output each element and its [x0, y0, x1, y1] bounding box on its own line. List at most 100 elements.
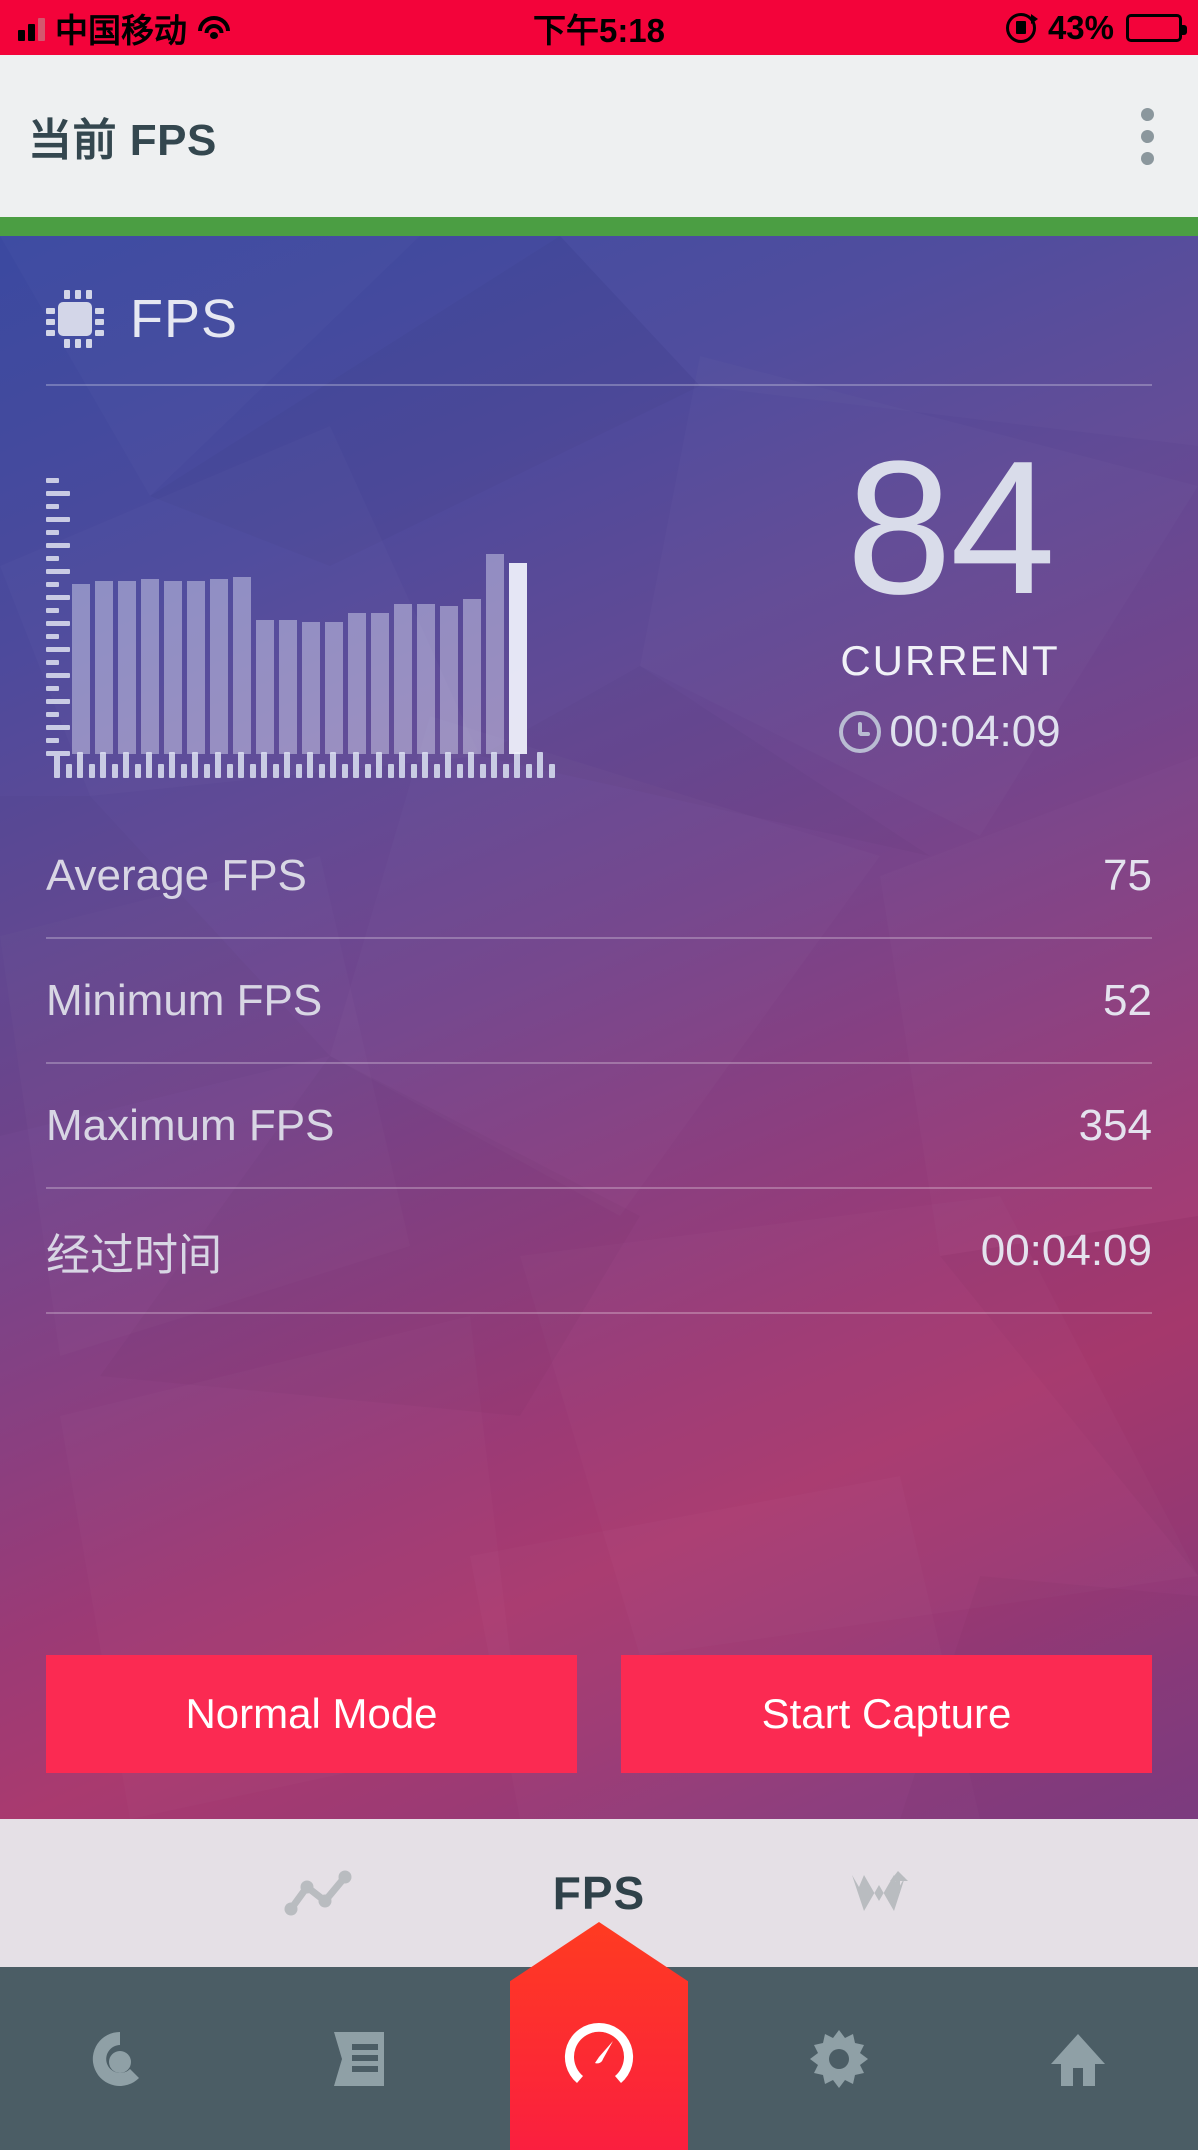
tab-graph[interactable] — [244, 1843, 394, 1943]
card-title: FPS — [130, 289, 239, 349]
axis-tick — [456, 764, 463, 778]
axis-tick — [364, 764, 371, 778]
axis-tick — [525, 764, 532, 778]
axis-tick — [134, 764, 141, 778]
axis-tick — [46, 491, 70, 496]
status-bar: 中国移动 下午5:18 43% — [0, 0, 1198, 55]
axis-tick — [46, 634, 59, 639]
chart-bar — [141, 579, 159, 754]
axis-tick — [445, 752, 451, 778]
nav-list[interactable] — [240, 1967, 480, 2150]
axis-tick — [46, 556, 59, 561]
stat-label: Average FPS — [46, 850, 307, 900]
chart-bar — [233, 576, 251, 754]
axis-tick — [157, 764, 164, 778]
stat-label: 经过时间 — [46, 1230, 222, 1280]
axis-tick — [341, 764, 348, 778]
axis-tick — [77, 752, 83, 778]
chart-row: 84 CURRENT 00:04:09 — [46, 433, 1152, 796]
elapsed-time-value: 00:04:09 — [889, 706, 1061, 756]
current-fps-value: 84 — [846, 422, 1055, 634]
start-capture-button[interactable]: Start Capture — [621, 1655, 1152, 1773]
axis-tick — [146, 752, 152, 778]
axis-tick — [548, 764, 555, 778]
axis-tick — [330, 752, 336, 778]
axis-tick — [54, 752, 60, 778]
bottom-nav — [0, 1922, 1198, 2150]
axis-tick — [46, 530, 59, 535]
axis-tick — [261, 752, 267, 778]
axis-tick — [46, 621, 70, 626]
axis-tick — [502, 764, 509, 778]
chart-bar — [72, 583, 90, 754]
chart-bar — [440, 606, 458, 754]
axis-tick — [479, 764, 486, 778]
card-header: FPS — [46, 236, 1152, 350]
chart-bar — [417, 604, 435, 754]
stat-value: 354 — [1078, 1100, 1152, 1150]
axis-tick — [318, 764, 325, 778]
axis-tick — [514, 752, 520, 778]
battery-icon — [1126, 13, 1187, 42]
action-buttons: Normal Mode Start Capture — [46, 1655, 1152, 1773]
axis-tick — [111, 764, 118, 778]
chart-bar — [279, 619, 297, 754]
stats-list: Average FPS 75 Minimum FPS 52 Maximum FPS 354… — [46, 814, 1152, 1314]
chart-bar — [256, 619, 274, 754]
chart-bar — [302, 622, 320, 754]
nav-radar[interactable] — [0, 1967, 240, 2150]
current-fps-label: CURRENT — [840, 636, 1060, 684]
stat-value: 52 — [1103, 975, 1152, 1025]
header-divider — [46, 384, 1152, 386]
home-icon — [1051, 2033, 1106, 2086]
axis-tick — [123, 752, 129, 778]
axis-tick — [46, 595, 70, 600]
current-readout: 84 CURRENT 00:04:09 — [760, 422, 1140, 757]
w-arrow-icon — [852, 1871, 908, 1911]
axis-tick — [65, 764, 72, 778]
axis-tick — [399, 752, 405, 778]
axis-tick — [46, 699, 70, 704]
axis-tick — [180, 764, 187, 778]
axis-tick — [353, 752, 359, 778]
axis-tick — [46, 543, 70, 548]
line-chart-icon — [284, 1870, 352, 1916]
chart-bar — [486, 554, 504, 754]
axis-tick — [491, 752, 497, 778]
nav-home[interactable] — [958, 1967, 1198, 2150]
chart-bar — [210, 579, 228, 754]
axis-tick — [169, 752, 175, 778]
chart-y-axis — [46, 478, 70, 756]
radar-icon — [92, 2031, 139, 2086]
fps-card: FPS 84 CURRENT 00:04:09 Average FPS 75 Min… — [0, 236, 1198, 1819]
chart-bar — [394, 604, 412, 754]
axis-tick — [203, 764, 210, 778]
axis-tick — [422, 752, 428, 778]
axis-tick — [272, 764, 279, 778]
chart-bar — [95, 581, 113, 754]
stat-label: Maximum FPS — [46, 1100, 335, 1150]
overflow-menu-icon[interactable] — [1123, 94, 1172, 179]
axis-tick — [46, 478, 59, 483]
nav-speedometer[interactable] — [510, 1922, 688, 2150]
nav-settings[interactable] — [719, 1967, 959, 2150]
axis-tick — [295, 764, 302, 778]
axis-tick — [468, 752, 474, 778]
axis-tick — [249, 764, 256, 778]
axis-tick — [46, 608, 59, 613]
chart-bar — [164, 581, 182, 754]
axis-tick — [307, 752, 313, 778]
speedometer-icon — [564, 2022, 634, 2083]
tab-w[interactable] — [804, 1843, 954, 1943]
normal-mode-button[interactable]: Normal Mode — [46, 1655, 577, 1773]
axis-tick — [46, 725, 70, 730]
stat-row: 经过时间 00:04:09 — [46, 1189, 1152, 1314]
fps-bar-chart — [46, 456, 676, 796]
axis-tick — [226, 764, 233, 778]
stat-row: Maximum FPS 354 — [46, 1064, 1152, 1189]
axis-tick — [46, 686, 59, 691]
clock-icon — [839, 710, 882, 753]
elapsed-row: 00:04:09 — [760, 707, 1140, 757]
axis-tick — [537, 752, 543, 778]
axis-tick — [284, 752, 290, 778]
